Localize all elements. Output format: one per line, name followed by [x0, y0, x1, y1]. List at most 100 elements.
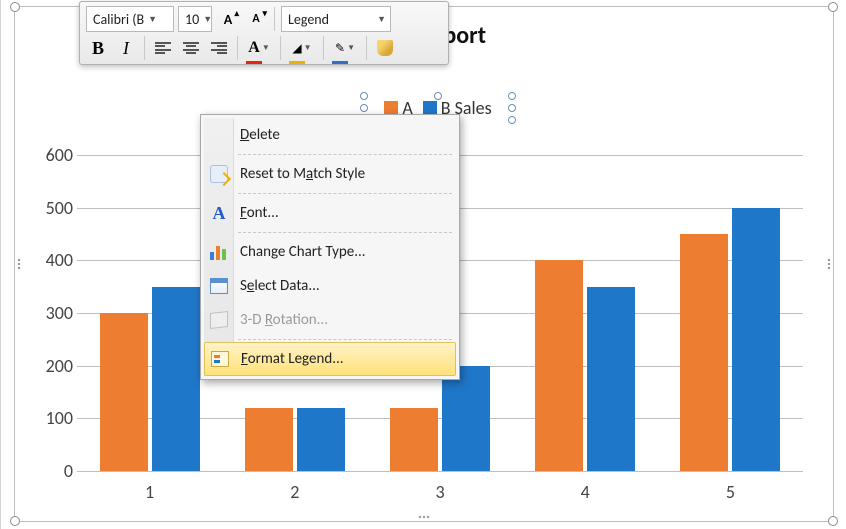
chevron-down-icon: ▼ [304, 43, 312, 53]
x-axis-tick-label: 2 [265, 481, 325, 503]
data-icon [208, 275, 230, 297]
bar-series-a[interactable] [680, 234, 728, 471]
selection-handle[interactable] [508, 104, 516, 112]
y-axis-tick-label: 600 [31, 144, 73, 166]
chevron-down-icon: ▼ [262, 43, 270, 53]
y-axis-tick-label: 400 [31, 249, 73, 271]
shrink-font-button[interactable]: A▾ [244, 7, 268, 31]
resize-handle[interactable] [10, 516, 20, 526]
italic-button[interactable]: I [114, 36, 138, 60]
align-right-button[interactable] [207, 36, 231, 60]
bar-series-a[interactable] [535, 260, 583, 471]
menu-item-label: Format Legend... [241, 350, 344, 368]
font-name-value: Calibri (B [93, 11, 144, 28]
menu-divider [238, 339, 452, 340]
format-painter-button[interactable] [373, 36, 397, 60]
y-axis-tick-label: 100 [31, 407, 73, 429]
x-axis-tick-label: 4 [555, 481, 615, 503]
x-axis-tick-label: 5 [700, 481, 760, 503]
bar-series-a[interactable] [390, 408, 438, 471]
font-color-button[interactable]: A▼ [244, 36, 274, 60]
selection-handle[interactable] [508, 92, 516, 100]
menu-item-label: Change Chart Type... [240, 243, 366, 261]
reset-icon [208, 163, 230, 185]
y-axis-tick-label: 200 [31, 355, 73, 377]
resize-handle[interactable] [17, 258, 21, 270]
chevron-down-icon: ▼ [347, 43, 355, 53]
separator [280, 36, 281, 60]
resize-handle[interactable] [418, 515, 430, 519]
chart-element-value: Legend [288, 11, 329, 28]
bar-series-b-sales[interactable] [587, 287, 635, 471]
menu-item-label: Reset to Match Style [240, 165, 365, 183]
selection-handle[interactable] [434, 92, 442, 100]
separator [144, 36, 145, 60]
menu-divider [238, 193, 452, 194]
font-color-icon: A [248, 39, 260, 57]
font-size-combo[interactable]: 10 ▼ [178, 6, 212, 32]
menu-item-format-legend[interactable]: Format Legend... [204, 342, 456, 376]
menu-item-label: Font... [240, 204, 279, 222]
bar-series-a[interactable] [245, 408, 293, 471]
separator [366, 36, 367, 60]
chart-element-combo[interactable]: Legend ▼ [281, 6, 391, 32]
menu-item-label: 3-D Rotation... [240, 311, 328, 329]
bar-series-b-sales[interactable] [732, 208, 780, 471]
context-menu: Delete Reset to Match Style A Font... Change… [200, 114, 460, 380]
menu-item-reset-to-match-style[interactable]: Reset to Match Style [204, 157, 456, 191]
bar-series-b-sales[interactable] [442, 366, 490, 471]
chevron-down-icon: ▼ [148, 14, 157, 25]
legend-swatch-a [384, 101, 398, 115]
menu-divider [238, 154, 452, 155]
3d-icon [208, 309, 230, 331]
bucket-icon: ◢ [292, 41, 301, 56]
separator [237, 36, 238, 60]
bar-series-a[interactable] [100, 313, 148, 471]
menu-item-delete[interactable]: Delete [204, 118, 456, 152]
resize-handle[interactable] [10, 2, 20, 12]
resize-handle[interactable] [828, 2, 838, 12]
selection-handle[interactable] [360, 104, 368, 112]
selection-handle[interactable] [508, 116, 516, 124]
chart-icon [208, 241, 230, 263]
brush-icon [377, 40, 393, 56]
down-caret-icon: ▾ [262, 8, 267, 19]
gridline [77, 471, 803, 472]
x-axis-tick-label: 1 [120, 481, 180, 503]
separator [323, 36, 324, 60]
font-name-combo[interactable]: Calibri (B ▼ [86, 6, 174, 32]
bar-series-b-sales[interactable] [152, 287, 200, 471]
pen-icon: ✎ [335, 41, 345, 56]
menu-item-select-data[interactable]: Select Data... [204, 269, 456, 303]
legend-icon [209, 348, 231, 370]
bar-series-b-sales[interactable] [297, 408, 345, 471]
font-icon: A [208, 202, 230, 224]
blank-icon [208, 124, 230, 146]
legend-swatch-b [423, 101, 437, 115]
align-center-button[interactable] [179, 36, 203, 60]
resize-handle[interactable] [828, 516, 838, 526]
menu-item-font[interactable]: A Font... [204, 196, 456, 230]
menu-item-label: Select Data... [240, 277, 320, 295]
x-axis-tick-label: 3 [410, 481, 470, 503]
font-size-value: 10 [185, 11, 199, 28]
menu-item-label: Delete [240, 126, 280, 144]
menu-item-change-chart-type[interactable]: Change Chart Type... [204, 235, 456, 269]
y-axis-tick-label: 500 [31, 197, 73, 219]
resize-handle[interactable] [827, 258, 831, 270]
bold-button[interactable]: B [86, 36, 110, 60]
shape-fill-button[interactable]: ◢▼ [287, 36, 317, 60]
chevron-down-icon: ▼ [203, 14, 212, 25]
selection-handle[interactable] [360, 92, 368, 100]
y-axis-tick-label: 0 [31, 460, 73, 482]
up-caret-icon: ▴ [234, 8, 239, 19]
y-axis-tick-label: 300 [31, 302, 73, 324]
menu-item-3-d-rotation: 3-D Rotation... [204, 303, 456, 337]
shape-outline-button[interactable]: ✎▼ [330, 36, 360, 60]
align-left-button[interactable] [151, 36, 175, 60]
menu-divider [238, 232, 452, 233]
mini-toolbar: Calibri (B▼ 10▼ A▴ A▾ Legend▼ B I A▼ ◢▼ … [79, 1, 449, 65]
separator [274, 7, 275, 31]
chevron-down-icon: ▼ [377, 14, 386, 25]
grow-font-button[interactable]: A▴ [216, 7, 240, 31]
